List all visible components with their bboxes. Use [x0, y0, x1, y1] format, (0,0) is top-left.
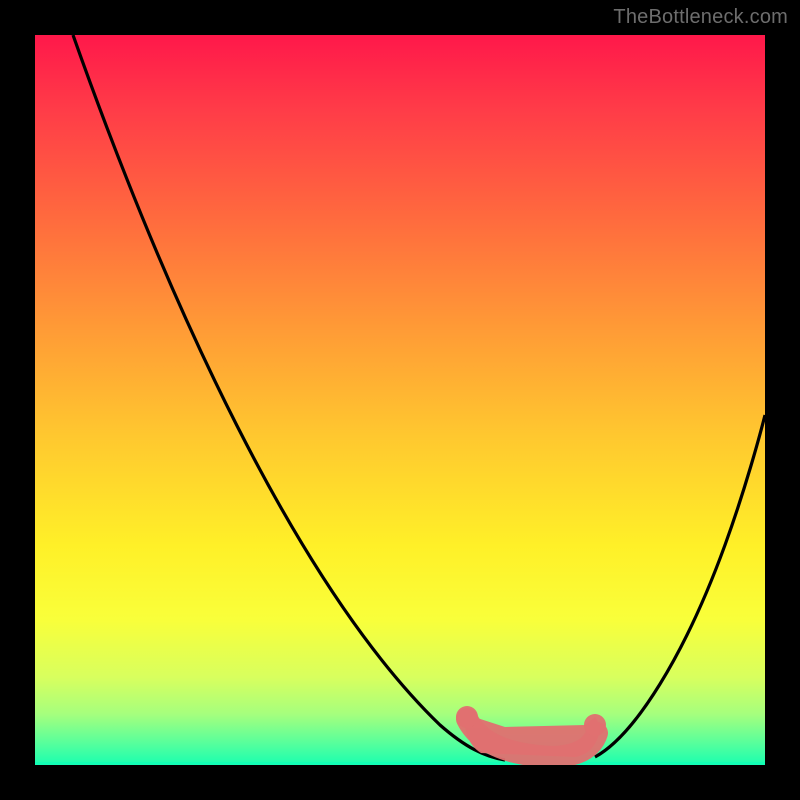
curve-right: [595, 415, 765, 757]
baseline-strip: [35, 762, 765, 765]
curve-left: [73, 35, 505, 760]
gradient-plot-area: [35, 35, 765, 765]
chart-frame: TheBottleneck.com: [0, 0, 800, 800]
highlight-right-nub: [584, 714, 606, 736]
highlight-left-nub: [456, 706, 478, 728]
watermark-text: TheBottleneck.com: [613, 6, 788, 29]
curve-overlay: [35, 35, 765, 765]
